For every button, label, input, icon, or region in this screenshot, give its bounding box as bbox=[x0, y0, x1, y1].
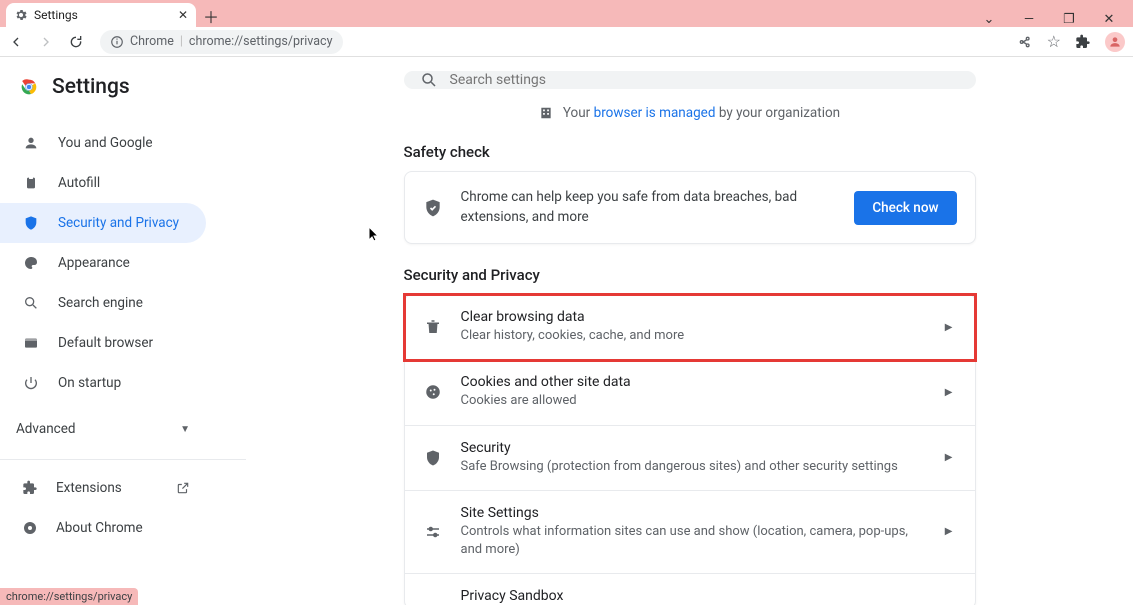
chevron-right-icon: ▶ bbox=[945, 452, 953, 463]
sidebar-item-security[interactable]: Security and Privacy bbox=[0, 203, 206, 243]
sidebar-item-label: Autofill bbox=[58, 175, 100, 191]
browser-tab[interactable]: Settings ✕ bbox=[6, 3, 196, 27]
sidebar-about-chrome[interactable]: About Chrome bbox=[0, 508, 246, 548]
safety-description: Chrome can help keep you safe from data … bbox=[461, 188, 837, 227]
chrome-icon bbox=[22, 520, 38, 536]
row-title: Cookies and other site data bbox=[461, 374, 927, 390]
power-icon bbox=[22, 375, 40, 391]
row-title: Site Settings bbox=[461, 505, 927, 521]
safety-check-title: Safety check bbox=[404, 143, 976, 161]
row-title: Clear browsing data bbox=[461, 309, 927, 325]
row-site-settings[interactable]: Site Settings Controls what information … bbox=[405, 491, 975, 574]
window-controls: ⌄ ― ❐ ✕ bbox=[979, 12, 1133, 27]
puzzle-icon bbox=[22, 480, 38, 496]
check-now-button[interactable]: Check now bbox=[854, 191, 956, 225]
safety-check-card: Chrome can help keep you safe from data … bbox=[404, 171, 976, 244]
row-subtitle: Cookies are allowed bbox=[461, 392, 927, 410]
chevron-right-icon: ▶ bbox=[945, 526, 953, 537]
sidebar-item-search-engine[interactable]: Search engine bbox=[0, 283, 206, 323]
external-link-icon bbox=[176, 481, 190, 495]
forward-button[interactable] bbox=[38, 34, 54, 50]
palette-icon bbox=[22, 255, 40, 271]
managed-link[interactable]: browser is managed bbox=[594, 105, 716, 121]
advanced-label: Advanced bbox=[16, 421, 76, 437]
toolbar: Chrome | chrome://settings/privacy ☆ bbox=[0, 27, 1133, 57]
sidebar-item-label: Search engine bbox=[58, 295, 143, 311]
tab-title: Settings bbox=[34, 8, 172, 22]
minimize-icon[interactable]: ― bbox=[1019, 12, 1039, 27]
sidebar: Settings You and Google Autofill Securit… bbox=[0, 57, 246, 605]
about-label: About Chrome bbox=[56, 520, 143, 536]
address-chip: Chrome bbox=[130, 34, 174, 49]
chrome-logo-icon bbox=[18, 76, 40, 98]
sidebar-extensions[interactable]: Extensions bbox=[0, 468, 246, 508]
back-button[interactable] bbox=[8, 34, 24, 50]
privacy-section-title: Security and Privacy bbox=[404, 266, 976, 284]
row-subtitle: Clear history, cookies, cache, and more bbox=[461, 327, 927, 345]
browser-icon bbox=[22, 335, 40, 351]
sidebar-item-default-browser[interactable]: Default browser bbox=[0, 323, 206, 363]
extensions-icon[interactable] bbox=[1075, 34, 1091, 50]
bookmark-icon[interactable]: ☆ bbox=[1047, 32, 1061, 51]
search-input[interactable] bbox=[450, 72, 960, 88]
address-url: chrome://settings/privacy bbox=[189, 34, 333, 49]
share-icon[interactable] bbox=[1017, 34, 1033, 50]
search-icon bbox=[22, 295, 40, 311]
sidebar-item-on-startup[interactable]: On startup bbox=[0, 363, 206, 403]
sidebar-item-label: Appearance bbox=[58, 255, 130, 271]
row-cookies[interactable]: Cookies and other site data Cookies are … bbox=[405, 360, 975, 425]
search-icon bbox=[420, 71, 438, 89]
close-icon[interactable]: ✕ bbox=[178, 8, 188, 22]
maximize-icon[interactable]: ❐ bbox=[1059, 12, 1079, 27]
managed-notice: Your browser is managed by your organiza… bbox=[539, 105, 840, 121]
sidebar-item-label: Default browser bbox=[58, 335, 153, 351]
status-bar: chrome://settings/privacy bbox=[0, 588, 138, 605]
address-bar[interactable]: Chrome | chrome://settings/privacy bbox=[100, 30, 343, 54]
divider bbox=[0, 459, 246, 460]
extensions-label: Extensions bbox=[56, 480, 122, 496]
sidebar-item-autofill[interactable]: Autofill bbox=[0, 163, 206, 203]
page-title: Settings bbox=[52, 75, 130, 99]
row-clear-browsing-data[interactable]: Clear browsing data Clear history, cooki… bbox=[405, 295, 975, 360]
search-settings[interactable] bbox=[404, 71, 976, 89]
profile-avatar[interactable] bbox=[1105, 32, 1125, 52]
sidebar-item-label: You and Google bbox=[58, 135, 153, 151]
close-window-icon[interactable]: ✕ bbox=[1099, 12, 1119, 27]
privacy-card: Clear browsing data Clear history, cooki… bbox=[404, 294, 976, 605]
tab-strip: Settings ✕ ＋ ⌄ ― ❐ ✕ bbox=[0, 0, 1133, 27]
row-security[interactable]: Security Safe Browsing (protection from … bbox=[405, 426, 975, 491]
row-title: Security bbox=[461, 440, 927, 456]
sidebar-item-appearance[interactable]: Appearance bbox=[0, 243, 206, 283]
reload-button[interactable] bbox=[68, 34, 84, 50]
trash-icon bbox=[423, 318, 443, 336]
new-tab-button[interactable]: ＋ bbox=[200, 5, 222, 27]
clipboard-icon bbox=[22, 175, 40, 191]
main-content: Your browser is managed by your organiza… bbox=[246, 57, 1133, 605]
shield-icon bbox=[22, 215, 40, 231]
gear-icon bbox=[14, 8, 28, 22]
sidebar-advanced[interactable]: Advanced ▼ bbox=[0, 403, 246, 455]
sidebar-item-label: On startup bbox=[58, 375, 121, 391]
row-privacy-sandbox[interactable]: Privacy Sandbox bbox=[405, 574, 975, 605]
row-subtitle: Controls what information sites can use … bbox=[461, 523, 927, 559]
building-icon bbox=[539, 106, 553, 120]
row-subtitle: Safe Browsing (protection from dangerous… bbox=[461, 458, 927, 476]
sidebar-item-you-and-google[interactable]: You and Google bbox=[0, 123, 206, 163]
cookie-icon bbox=[423, 383, 443, 401]
sliders-icon bbox=[423, 523, 443, 541]
chevron-down-icon[interactable]: ⌄ bbox=[979, 12, 999, 27]
chevron-right-icon: ▶ bbox=[945, 322, 953, 333]
person-icon bbox=[22, 135, 40, 151]
shield-check-icon bbox=[423, 198, 443, 218]
sidebar-item-label: Security and Privacy bbox=[58, 215, 179, 231]
row-title: Privacy Sandbox bbox=[461, 588, 957, 604]
chevron-down-icon: ▼ bbox=[180, 424, 190, 435]
chevron-right-icon: ▶ bbox=[945, 387, 953, 398]
shield-icon bbox=[423, 449, 443, 467]
site-info-icon[interactable] bbox=[110, 35, 124, 49]
